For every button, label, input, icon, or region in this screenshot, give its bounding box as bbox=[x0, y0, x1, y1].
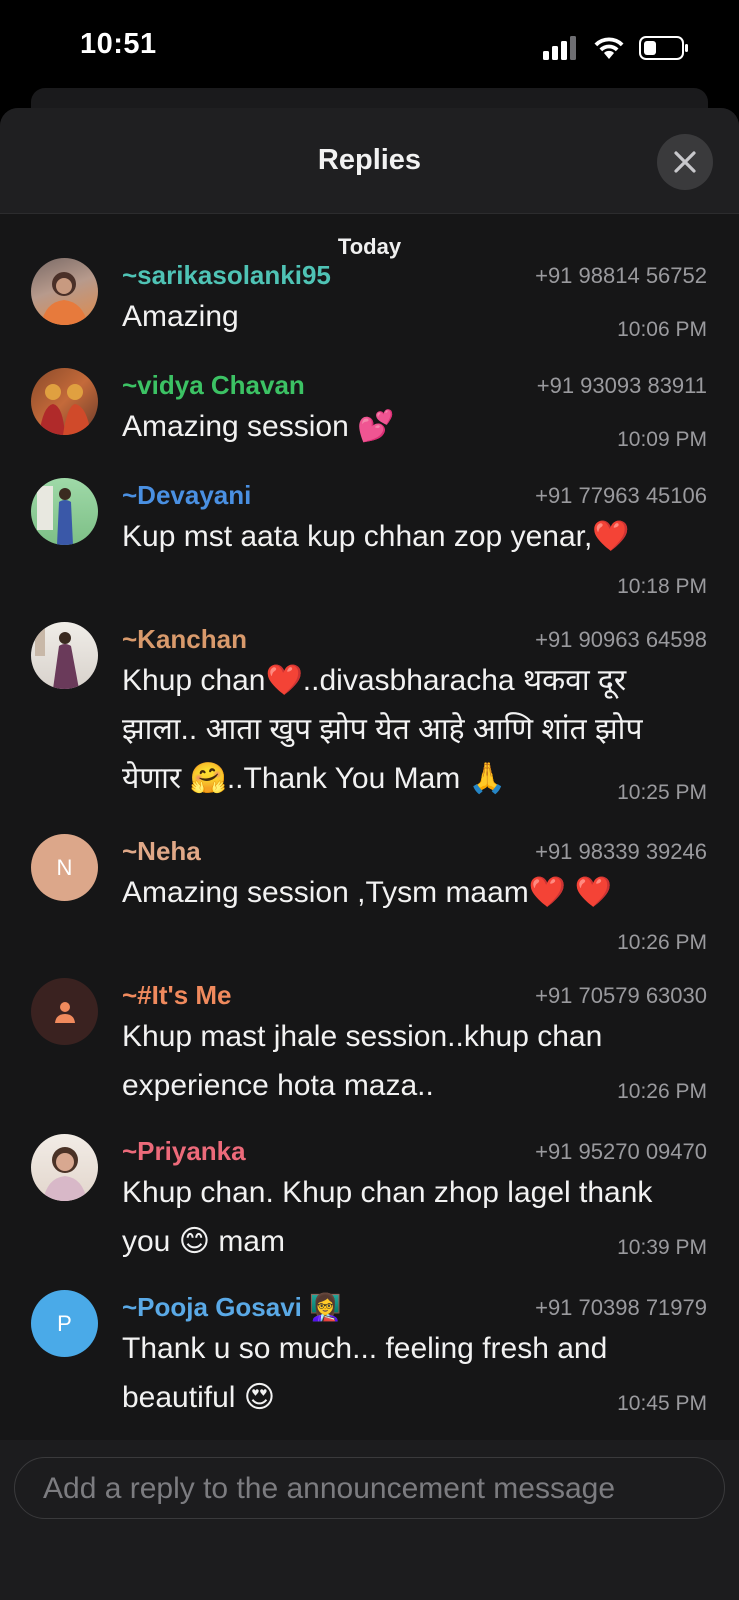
sender-phone: +91 95270 09470 bbox=[535, 1139, 707, 1164]
replies-list[interactable]: Today ~sarikasolanki95 +91 98814 56752 A… bbox=[0, 214, 739, 1548]
message-text: Khup mast jhale session..khup chan exper… bbox=[122, 1020, 603, 1102]
battery-icon bbox=[639, 36, 688, 60]
avatar[interactable] bbox=[31, 478, 98, 545]
sender-phone: +91 98814 56752 bbox=[535, 263, 707, 288]
avatar-initial: P bbox=[57, 1310, 72, 1336]
sender-phone: +91 93093 83911 bbox=[536, 373, 707, 398]
sender-phone: +91 98339 39246 bbox=[535, 839, 707, 864]
wifi-icon bbox=[594, 37, 624, 59]
sheet-header: Replies bbox=[0, 108, 739, 214]
avatar[interactable] bbox=[31, 258, 98, 325]
message-time: 10:09 PM bbox=[617, 428, 707, 451]
page-title: Replies bbox=[317, 144, 422, 176]
sender-name: ~Kanchan bbox=[122, 624, 247, 654]
status-time: 10:51 bbox=[80, 28, 157, 60]
reply-item[interactable]: ~#It's Me +91 70579 63030 Khup mast jhal… bbox=[0, 978, 739, 1118]
message-time: 10:26 PM bbox=[617, 931, 707, 954]
sender-name: ~Devayani bbox=[122, 480, 252, 510]
message-time: 10:45 PM bbox=[617, 1392, 707, 1415]
avatar[interactable] bbox=[31, 622, 98, 689]
sender-phone: +91 90963 64598 bbox=[535, 627, 707, 652]
profile-photo bbox=[39, 384, 91, 435]
message-text: Kup mst aata kup chhan zop yenar,❤️ bbox=[122, 520, 630, 553]
sender-name: ~#It's Me bbox=[122, 980, 232, 1010]
sender-name: ~Priyanka bbox=[122, 1136, 246, 1166]
sender-phone: +91 77963 45106 bbox=[535, 483, 707, 508]
message-time: 10:18 PM bbox=[617, 575, 707, 598]
profile-photo bbox=[35, 626, 79, 689]
avatar[interactable] bbox=[31, 368, 98, 435]
avatar[interactable] bbox=[31, 978, 98, 1045]
sender-name: ~sarikasolanki95 bbox=[122, 260, 331, 290]
sender-phone: +91 70579 63030 bbox=[535, 983, 707, 1008]
message-text: Khup chan❤️..divasbharacha थकवा दूर झाला… bbox=[122, 664, 643, 795]
reply-item[interactable]: ~Priyanka +91 95270 09470 Khup chan. Khu… bbox=[0, 1134, 739, 1274]
profile-photo bbox=[37, 486, 73, 545]
composer-bar: Add a reply to the announcement message bbox=[0, 1440, 739, 1600]
message-text: Thank u so much... feeling fresh and bea… bbox=[122, 1332, 608, 1414]
sender-name: ~Pooja Gosavi 👩‍🏫 bbox=[122, 1292, 342, 1322]
day-separator: Today bbox=[337, 234, 402, 259]
avatar[interactable] bbox=[31, 1134, 98, 1201]
message-time: 10:25 PM bbox=[617, 781, 707, 804]
avatar[interactable]: P bbox=[31, 1290, 98, 1357]
message-time: 10:26 PM bbox=[617, 1080, 707, 1103]
close-icon bbox=[674, 151, 696, 173]
message-time: 10:06 PM bbox=[617, 318, 707, 341]
profile-photo bbox=[41, 272, 88, 325]
avatar[interactable]: N bbox=[31, 834, 98, 901]
message-text: Khup chan. Khup chan zhop lagel thank yo… bbox=[122, 1176, 653, 1258]
person-icon bbox=[54, 1001, 75, 1023]
profile-photo bbox=[43, 1147, 87, 1201]
sender-phone: +91 70398 71979 bbox=[535, 1295, 707, 1320]
status-bar: 10:51 bbox=[0, 0, 739, 100]
close-button[interactable] bbox=[657, 134, 713, 190]
reply-item[interactable]: P ~Pooja Gosavi 👩‍🏫 +91 70398 71979 Than… bbox=[0, 1290, 739, 1430]
reply-item[interactable]: ~vidya Chavan +91 93093 83911 Amazing se… bbox=[0, 368, 739, 468]
sender-name: ~vidya Chavan bbox=[122, 370, 305, 400]
status-icons bbox=[543, 36, 689, 60]
reply-item[interactable]: ~sarikasolanki95 +91 98814 56752 Amazing… bbox=[0, 258, 739, 358]
avatar-initial: N bbox=[56, 854, 73, 880]
sender-name: ~Neha bbox=[122, 836, 201, 866]
cellular-signal-icon bbox=[543, 36, 576, 60]
reply-item[interactable]: N ~Neha +91 98339 39246 Amazing session … bbox=[0, 834, 739, 964]
reply-item[interactable]: ~Kanchan +91 90963 64598 Khup chan❤️..di… bbox=[0, 622, 739, 822]
reply-input-placeholder: Add a reply to the announcement message bbox=[43, 1472, 616, 1505]
message-text: Amazing session ,Tysm maam❤️ ❤️ bbox=[122, 876, 612, 909]
replies-sheet: Replies Today ~sarikasolanki95 +91 98814… bbox=[0, 108, 739, 1600]
reply-input[interactable]: Add a reply to the announcement message bbox=[14, 1457, 725, 1519]
message-text: Amazing session 💕 bbox=[122, 410, 395, 443]
message-time: 10:39 PM bbox=[617, 1236, 707, 1259]
message-text: Amazing bbox=[122, 300, 239, 333]
reply-item[interactable]: ~Devayani +91 77963 45106 Kup mst aata k… bbox=[0, 478, 739, 608]
